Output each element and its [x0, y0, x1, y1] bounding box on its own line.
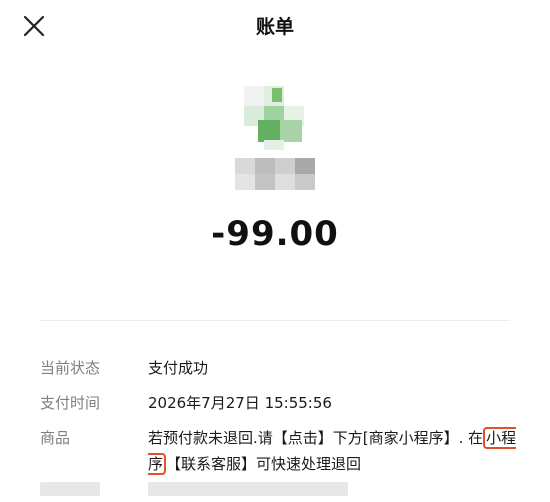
goods-text-part1: 若预付款未退回.请【点击】下方[商家小程序】. 在: [148, 429, 484, 447]
merchant-logo: [238, 82, 314, 158]
goods-label: 商品: [40, 429, 71, 447]
payment-amount: -99.00: [211, 214, 339, 254]
time-value: 2026年7月27日 15:55:56: [148, 394, 332, 412]
merchant-name-blurred: [235, 158, 317, 192]
status-value: 支付成功: [148, 359, 209, 377]
divider: [40, 320, 510, 321]
header-bar: 账单: [0, 0, 550, 56]
goods-value: 若预付款未退回.请【点击】下方[商家小程序】. 在小程序 【联系客服】可快速处理退…: [148, 425, 526, 477]
status-label: 当前状态: [40, 359, 101, 377]
page-title: 账单: [255, 16, 294, 38]
goods-text-part2: 【联系客服】可快速处理退回: [166, 455, 362, 473]
time-label: 支付时间: [40, 394, 101, 412]
cutoff-next-row: [40, 482, 526, 502]
